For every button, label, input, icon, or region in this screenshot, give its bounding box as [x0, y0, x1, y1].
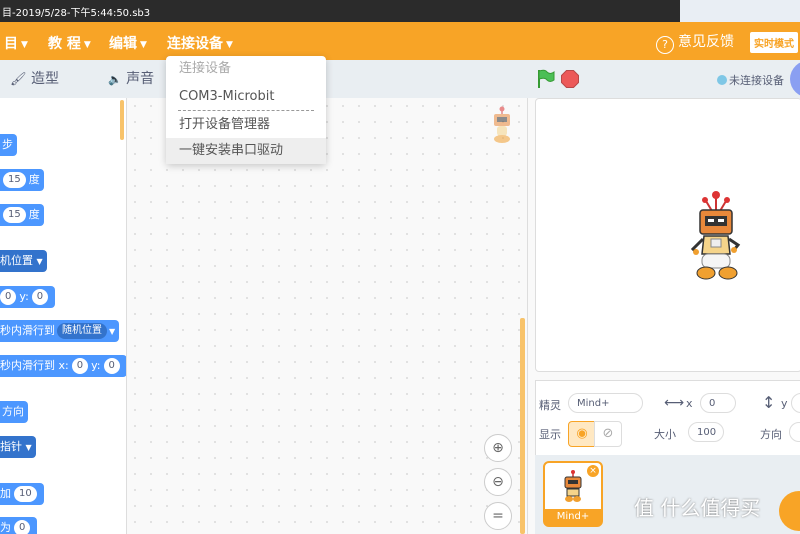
window-controls — [680, 0, 800, 22]
code-scrollbar[interactable] — [520, 318, 525, 534]
sprite-thumb-name: Mind+ — [545, 509, 601, 525]
direction-input[interactable] — [789, 422, 800, 442]
block-turn-right[interactable]: 15 度 — [0, 169, 44, 191]
brush-icon: 🖌 — [10, 72, 27, 87]
window-title: 目-2019/5/28-下午5:44:50.sb3 — [2, 8, 151, 19]
chevron-down-icon: ▼ — [226, 40, 233, 50]
block-glide-xy[interactable]: 秒内滑行到 x: 0 y: 0 — [0, 355, 126, 377]
block-change-x[interactable]: 加 10 — [0, 483, 44, 505]
realtime-mode-button[interactable]: 实时模式 — [750, 32, 798, 53]
feedback-button[interactable]: ? 意见反馈 — [656, 31, 734, 54]
palette-scrollbar[interactable] — [120, 100, 124, 140]
dropdown-item-install-driver[interactable]: 一键安装串口驱动 — [166, 138, 326, 164]
robot-thumb-icon — [564, 470, 582, 502]
block-goto-xy[interactable]: 0 y: 0 — [0, 286, 56, 308]
green-flag-icon[interactable] — [537, 69, 555, 89]
menu-bar: 目 ▼ 教 程 ▼ 编辑 ▼ 连接设备 ▼ ? 意见反馈 实时模式 — [0, 22, 800, 60]
dropdown-item-device-manager[interactable]: 打开设备管理器 — [166, 112, 326, 138]
sprite-info-panel: 精灵 Mind+ ⟷ x 0 ↕ y 显示 ◉ ⊘ 大小 100 方向 — [535, 380, 800, 457]
size-label: 大小 — [654, 428, 676, 441]
block-palette: 步 15 度 15 度 机位置 ▼ 0 y: 0 秒内滑行到 随机位置 ▼ 秒内滑行到 x:… — [0, 98, 127, 534]
equals-icon: = — [492, 508, 504, 524]
dropdown-divider — [178, 110, 314, 111]
dropdown-item-com3[interactable]: COM3-Microbit — [166, 84, 326, 110]
show-visible-button[interactable]: ◉ — [568, 421, 596, 447]
sprite-thumbnail[interactable]: × Mind+ — [543, 461, 603, 527]
block-goto-random[interactable]: 机位置 ▼ — [0, 250, 47, 272]
eye-icon: ◉ — [576, 426, 588, 441]
menu-project[interactable]: 目 ▼ — [4, 33, 28, 53]
block-set-x[interactable]: 为0 — [0, 517, 38, 534]
dropdown-title: 连接设备 — [179, 61, 232, 76]
sprite-ghost-icon — [494, 106, 510, 143]
title-bar: 目-2019/5/28-下午5:44:50.sb3 — [0, 0, 800, 22]
block-glide-random[interactable]: 秒内滑行到 随机位置 ▼ — [0, 320, 120, 342]
menu-connect-device[interactable]: 连接设备 ▼ — [167, 33, 233, 53]
zoom-reset-button[interactable]: = — [484, 502, 512, 530]
tab-costumes[interactable]: 🖌 造型 — [10, 60, 59, 98]
direction-label: 方向 — [760, 428, 782, 441]
watermark: 值 什么值得买 — [634, 496, 761, 520]
zoom-out-button[interactable]: ⊖ — [484, 468, 512, 496]
sprite-label: 精灵 — [539, 399, 561, 412]
block-turn-left[interactable]: 15 度 — [0, 204, 44, 226]
block-move-steps[interactable]: 步 — [0, 134, 17, 156]
question-icon: ? — [656, 36, 674, 54]
stop-icon[interactable] — [561, 70, 579, 88]
sprite-name-input[interactable]: Mind+ — [568, 393, 643, 413]
block-point-towards[interactable]: 指针 ▼ — [0, 436, 36, 458]
menu-edit[interactable]: 编辑 ▼ — [109, 33, 147, 53]
chevron-down-icon: ▼ — [21, 40, 28, 50]
y-input[interactable] — [791, 393, 800, 413]
menu-tutorial[interactable]: 教 程 ▼ — [48, 33, 91, 53]
eye-slash-icon: ⊘ — [602, 426, 614, 441]
connect-device-dropdown: 连接设备 COM3-Microbit 打开设备管理器 一键安装串口驱动 — [166, 56, 326, 164]
x-input[interactable]: 0 — [700, 393, 736, 413]
zoom-in-button[interactable]: ⊕ — [484, 434, 512, 462]
zoom-out-icon: ⊖ — [492, 474, 504, 490]
device-status: 未连接设备 — [717, 72, 784, 88]
vertical-arrow-icon: ↕ — [762, 393, 776, 412]
zoom-in-icon: ⊕ — [492, 440, 504, 456]
chevron-down-icon: ▼ — [140, 40, 147, 50]
chevron-down-icon: ▼ — [83, 40, 91, 50]
robot-sprite[interactable] — [688, 189, 748, 284]
add-sprite-button[interactable] — [779, 491, 800, 531]
stage-header: 未连接设备 — [530, 60, 800, 98]
stage[interactable] — [535, 98, 800, 372]
size-input[interactable]: 100 — [688, 422, 724, 442]
tab-sounds[interactable]: 🔈 声音 — [108, 60, 154, 98]
x-label: x — [686, 397, 693, 410]
horizontal-arrow-icon: ⟷ — [664, 395, 685, 411]
status-dot-icon — [717, 75, 727, 85]
block-point-direction[interactable]: 方向 — [0, 401, 28, 423]
show-label: 显示 — [539, 428, 561, 441]
y-label: y — [781, 397, 788, 410]
show-hidden-button[interactable]: ⊘ — [594, 421, 622, 447]
delete-sprite-icon[interactable]: × — [587, 465, 599, 477]
speaker-icon: 🔈 — [108, 73, 122, 86]
stage-expand-button[interactable] — [790, 60, 800, 98]
